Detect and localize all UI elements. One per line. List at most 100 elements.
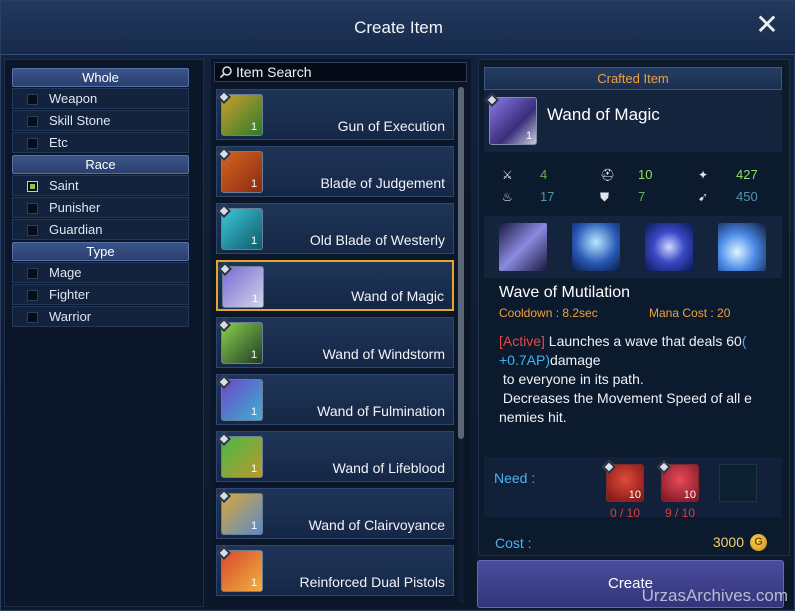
search-placeholder: Item Search xyxy=(236,64,312,80)
claw-wave-icon[interactable] xyxy=(499,223,547,271)
skill-icons-row xyxy=(484,216,782,278)
filter-checkbox[interactable] xyxy=(27,181,38,192)
item-quantity: 1 xyxy=(251,178,258,190)
need-label: Need : xyxy=(494,470,536,486)
item-row-wand-of-fulmination[interactable]: 1 Wand of Fulmination xyxy=(216,374,454,425)
filter-option-mage[interactable]: Mage xyxy=(12,262,189,283)
mana-cost-text: Mana Cost : 20 xyxy=(649,306,731,320)
material-slot-1[interactable]: 10 xyxy=(601,459,644,502)
filter-option-guardian[interactable]: Guardian xyxy=(12,219,189,240)
watermark: UrzasArchives.com xyxy=(641,586,788,605)
search-input[interactable]: Item Search xyxy=(214,62,467,82)
stat-value: 17 xyxy=(540,189,555,204)
spiral-icon[interactable] xyxy=(645,223,693,271)
item-name: Wand of Fulmination xyxy=(317,403,445,419)
item-row-gun-of-execution[interactable]: 1 Gun of Execution xyxy=(216,89,454,140)
filter-option-saint[interactable]: Saint xyxy=(12,175,189,196)
description-text: Launches a wave that deals 60 xyxy=(544,333,742,349)
item-row-old-blade-of-westerly[interactable]: 1 Old Blade of Westerly xyxy=(216,203,454,254)
filter-checkbox[interactable] xyxy=(27,268,38,279)
filter-label: Weapon xyxy=(49,91,98,106)
tier-diamond-icon xyxy=(216,89,232,105)
filter-option-warrior[interactable]: Warrior xyxy=(12,306,189,327)
stat-value: 4 xyxy=(540,167,548,182)
search-icon xyxy=(219,66,232,79)
skill-description: [Active] Launches a wave that deals 60( … xyxy=(499,332,769,427)
filter-option-etc[interactable]: Etc xyxy=(12,132,189,153)
item-row-wand-of-clairvoyance[interactable]: 1 Wand of Clairvoyance xyxy=(216,488,454,539)
item-name: Old Blade of Westerly xyxy=(309,232,445,248)
tier-diamond-icon xyxy=(216,545,232,561)
item-quantity: 1 xyxy=(252,293,259,305)
scrollbar-thumb[interactable] xyxy=(458,87,464,439)
tier-diamond-icon xyxy=(217,261,233,277)
close-icon[interactable]: ✕ xyxy=(752,10,782,40)
cost-value: 3000 xyxy=(712,534,744,550)
filter-label: Saint xyxy=(49,178,79,193)
cost-label: Cost : xyxy=(495,535,532,551)
item-row-wand-of-lifeblood[interactable]: 1 Wand of Lifeblood xyxy=(216,431,454,482)
item-name: Wand of Lifeblood xyxy=(332,460,445,476)
stat-value: 450 xyxy=(736,189,758,204)
mage-figure-icon[interactable] xyxy=(572,223,620,271)
tier-diamond-icon xyxy=(216,488,232,504)
filter-label: Punisher xyxy=(49,200,101,215)
filter-group-header: Race xyxy=(12,155,189,174)
cooldown-text: Cooldown : 8.2sec xyxy=(499,306,598,320)
stats-grid: ⚔ 4 ⛑ 10 ✦ 427 ♨ 17 ⛊ 7 ➹ 450 xyxy=(484,158,782,213)
scrollbar[interactable] xyxy=(458,87,464,603)
active-tag: [Active] xyxy=(499,333,545,349)
gold-coin-icon: G xyxy=(750,534,767,551)
filter-checkbox[interactable] xyxy=(27,225,38,236)
title-bar: Create Item ✕ xyxy=(1,1,795,55)
filter-checkbox[interactable] xyxy=(27,94,38,105)
material-qty: 10 xyxy=(628,489,641,501)
item-quantity: 1 xyxy=(251,463,258,475)
create-item-window: Create Item ✕ Whole Weapon Skill Stone Etc R… xyxy=(0,0,795,611)
stat-value: 10 xyxy=(638,167,653,182)
filter-checkbox[interactable] xyxy=(27,116,38,127)
filter-checkbox[interactable] xyxy=(27,203,38,214)
item-name: Wand of Windstorm xyxy=(322,346,445,362)
item-row-wand-of-windstorm[interactable]: 1 Wand of Windstorm xyxy=(216,317,454,368)
filter-option-punisher[interactable]: Punisher xyxy=(12,197,189,218)
item-name: Wand of Magic xyxy=(351,288,444,304)
filter-label: Guardian xyxy=(49,222,103,237)
filter-option-skill-stone[interactable]: Skill Stone xyxy=(12,110,189,131)
detail-panel: Crafted Item 1 Wand of Magic ⚔ 4 ⛑ 10 ✦ 427 ♨ 1… xyxy=(478,59,790,556)
item-name: Blade of Judgement xyxy=(320,175,445,191)
item-quantity: 1 xyxy=(251,577,258,589)
helmet-icon: ⛑ xyxy=(600,168,616,182)
item-row-blade-of-judgement[interactable]: 1 Blade of Judgement xyxy=(216,146,454,197)
attack-icon: ⚔ xyxy=(502,168,513,182)
filter-checkbox[interactable] xyxy=(27,312,38,323)
material-slot-empty xyxy=(719,464,757,502)
item-quantity: 1 xyxy=(526,130,533,142)
item-row-wand-of-magic[interactable]: 1 Wand of Magic xyxy=(216,260,454,311)
filter-label: Mage xyxy=(49,265,82,280)
tier-diamond-icon xyxy=(216,374,232,390)
material-slot-2[interactable]: 10 xyxy=(656,459,699,502)
crafted-item-name: Wand of Magic xyxy=(547,105,660,124)
stat-value: 7 xyxy=(638,189,646,204)
item-name: Wand of Clairvoyance xyxy=(308,517,445,533)
tier-diamond-icon xyxy=(216,146,232,162)
filter-checkbox[interactable] xyxy=(27,290,38,301)
filter-label: Warrior xyxy=(49,309,92,324)
tier-diamond-icon xyxy=(216,203,232,219)
item-quantity: 1 xyxy=(251,406,258,418)
filter-option-weapon[interactable]: Weapon xyxy=(12,88,189,109)
filter-option-fighter[interactable]: Fighter xyxy=(12,284,189,305)
tier-diamond-icon xyxy=(216,317,232,333)
item-quantity: 1 xyxy=(251,235,258,247)
item-name: Gun of Execution xyxy=(337,118,445,134)
wand-icon: ✦ xyxy=(698,168,709,182)
filter-group-header: Whole xyxy=(12,68,189,87)
filter-checkbox[interactable] xyxy=(27,138,38,149)
item-quantity: 1 xyxy=(251,520,258,532)
boot-icon: ➹ xyxy=(698,190,709,204)
item-row-reinforced-dual-pistols[interactable]: 1 Reinforced Dual Pistols xyxy=(216,545,454,596)
spirit-orb-icon[interactable] xyxy=(718,223,766,271)
skill-name: Wave of Mutilation xyxy=(499,284,631,301)
filter-label: Skill Stone xyxy=(49,113,111,128)
